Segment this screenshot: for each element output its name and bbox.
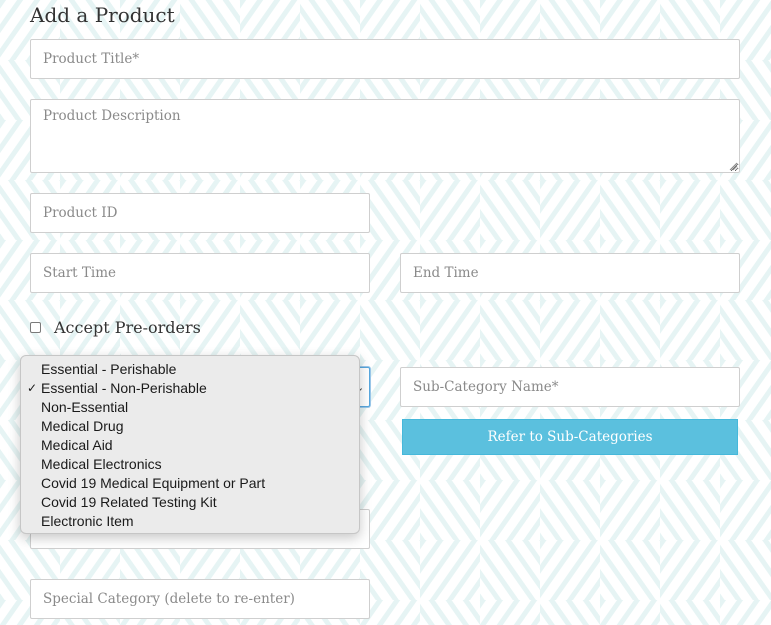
checkmark-icon: ✓ — [27, 381, 38, 395]
dropdown-option-selected[interactable]: ✓ Essential - Non-Perishable — [21, 379, 359, 398]
page-title: Add a Product — [30, 3, 175, 27]
dropdown-option[interactable]: Medical Electronics — [21, 455, 359, 474]
refer-subcategories-button[interactable]: Refer to Sub-Categories — [402, 419, 738, 455]
dropdown-option[interactable]: Covid 19 Related Testing Kit — [21, 493, 359, 512]
option-label: Covid 19 Medical Equipment or Part — [41, 475, 266, 491]
dropdown-option[interactable]: Essential - Perishable — [21, 360, 359, 379]
product-description-textarea[interactable] — [30, 99, 740, 173]
product-id-input[interactable] — [30, 193, 370, 233]
option-label: Electronic Item — [41, 513, 134, 529]
dropdown-option[interactable]: Medical Drug — [21, 417, 359, 436]
dropdown-option[interactable]: Electronic Item — [21, 512, 359, 531]
end-time-input[interactable] — [400, 253, 740, 293]
dropdown-option[interactable]: Covid 19 Medical Equipment or Part — [21, 474, 359, 493]
special-category-input[interactable] — [30, 579, 370, 619]
accept-preorders-row[interactable]: Accept Pre-orders — [30, 318, 201, 337]
accept-preorders-checkbox[interactable] — [30, 322, 41, 333]
start-time-input[interactable] — [30, 253, 370, 293]
product-title-input[interactable] — [30, 39, 740, 79]
dropdown-option[interactable]: Medical Aid — [21, 436, 359, 455]
subcategory-name-input[interactable] — [400, 367, 740, 407]
option-label: Medical Aid — [41, 437, 113, 453]
category-dropdown-list[interactable]: Essential - Perishable ✓ Essential - Non… — [20, 355, 360, 534]
option-label: Medical Drug — [41, 418, 124, 434]
option-label: Essential - Non-Perishable — [41, 380, 207, 396]
option-label: Essential - Perishable — [41, 361, 177, 377]
accept-preorders-label: Accept Pre-orders — [54, 318, 201, 337]
option-label: Covid 19 Related Testing Kit — [41, 494, 217, 510]
dropdown-option[interactable]: Non-Essential — [21, 398, 359, 417]
option-label: Medical Electronics — [41, 456, 162, 472]
option-label: Non-Essential — [41, 399, 129, 415]
resize-grip-icon[interactable] — [728, 161, 738, 171]
